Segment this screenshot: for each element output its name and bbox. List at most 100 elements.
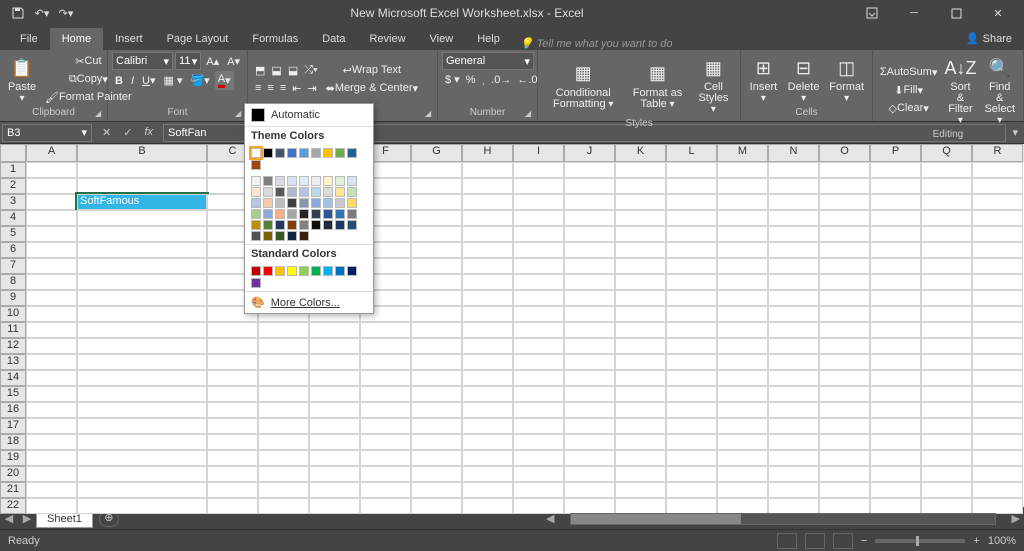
redo-icon[interactable]: ↷▾ [56, 3, 76, 23]
cell[interactable] [462, 370, 513, 386]
format-cells-button[interactable]: ◫Format ▾ [826, 52, 868, 106]
cell[interactable] [462, 210, 513, 226]
cell[interactable] [921, 354, 972, 370]
cell[interactable] [411, 386, 462, 402]
cell[interactable] [462, 434, 513, 450]
align-top-icon[interactable]: ⬒ [252, 62, 268, 79]
cell[interactable] [921, 274, 972, 290]
cell[interactable] [666, 466, 717, 482]
cell[interactable] [921, 370, 972, 386]
cell[interactable] [615, 162, 666, 178]
cell[interactable] [258, 466, 309, 482]
column-header[interactable]: I [513, 144, 564, 162]
cell[interactable] [309, 386, 360, 402]
cell[interactable] [462, 274, 513, 290]
color-swatch[interactable] [335, 198, 345, 208]
cell[interactable] [768, 434, 819, 450]
cell[interactable] [870, 178, 921, 194]
insert-cells-button[interactable]: ⊞Insert ▾ [745, 52, 781, 106]
cell[interactable] [819, 370, 870, 386]
fill-button[interactable]: ⬇ Fill ▾ [877, 82, 941, 99]
color-swatch[interactable] [287, 198, 297, 208]
column-header[interactable]: O [819, 144, 870, 162]
cell[interactable] [717, 210, 768, 226]
cell[interactable] [411, 482, 462, 498]
cell[interactable] [77, 418, 207, 434]
color-swatch[interactable] [323, 187, 333, 197]
cell[interactable] [768, 290, 819, 306]
cell[interactable] [921, 242, 972, 258]
cell[interactable] [513, 226, 564, 242]
cell[interactable] [921, 290, 972, 306]
cell[interactable] [615, 210, 666, 226]
cell[interactable] [717, 386, 768, 402]
cell[interactable] [411, 418, 462, 434]
save-icon[interactable] [8, 3, 28, 23]
row-header[interactable]: 8 [0, 274, 26, 290]
color-swatch[interactable] [347, 148, 357, 158]
cell[interactable] [513, 450, 564, 466]
increase-decimal-icon[interactable]: .0→ [488, 71, 514, 88]
cell[interactable] [462, 226, 513, 242]
color-swatch[interactable] [275, 266, 285, 276]
cell[interactable] [77, 338, 207, 354]
color-swatch[interactable] [335, 187, 345, 197]
cell[interactable] [513, 402, 564, 418]
cell[interactable] [207, 354, 258, 370]
comma-format-icon[interactable]: ˏ [478, 71, 488, 88]
color-swatch[interactable] [263, 266, 273, 276]
cell[interactable] [819, 386, 870, 402]
cell[interactable] [768, 354, 819, 370]
cell[interactable] [615, 178, 666, 194]
cell[interactable] [77, 466, 207, 482]
cell[interactable] [26, 162, 77, 178]
cell[interactable] [564, 338, 615, 354]
cell[interactable] [77, 162, 207, 178]
cell[interactable] [921, 194, 972, 210]
cell[interactable] [615, 402, 666, 418]
cell[interactable] [666, 242, 717, 258]
column-header[interactable]: R [972, 144, 1023, 162]
cell[interactable] [615, 370, 666, 386]
cell[interactable] [819, 306, 870, 322]
cell[interactable] [972, 226, 1023, 242]
cell[interactable] [870, 242, 921, 258]
cell[interactable] [360, 370, 411, 386]
color-swatch[interactable] [347, 187, 357, 197]
merge-center-button[interactable]: ⬌ Merge & Center ▾ [323, 80, 421, 97]
cell[interactable] [819, 290, 870, 306]
color-swatch[interactable] [263, 148, 273, 158]
color-swatch[interactable] [299, 266, 309, 276]
cell[interactable] [564, 178, 615, 194]
cell[interactable] [615, 306, 666, 322]
cell[interactable] [360, 338, 411, 354]
cell[interactable] [615, 354, 666, 370]
increase-font-icon[interactable]: A▴ [203, 52, 222, 70]
cell[interactable] [564, 306, 615, 322]
cell[interactable] [207, 418, 258, 434]
color-swatch[interactable] [311, 176, 321, 186]
cell[interactable] [768, 306, 819, 322]
cell[interactable] [972, 242, 1023, 258]
cell[interactable] [666, 178, 717, 194]
number-format-combo[interactable]: General▾ [442, 52, 534, 70]
cell[interactable] [258, 370, 309, 386]
cell[interactable] [77, 354, 207, 370]
cell[interactable] [717, 290, 768, 306]
cell[interactable] [870, 402, 921, 418]
cell[interactable] [207, 482, 258, 498]
color-swatch[interactable] [263, 187, 273, 197]
cell[interactable] [717, 482, 768, 498]
cell[interactable] [207, 402, 258, 418]
row-header[interactable]: 4 [0, 210, 26, 226]
color-swatch[interactable] [287, 187, 297, 197]
cell[interactable] [768, 450, 819, 466]
cell[interactable] [513, 194, 564, 210]
column-header[interactable]: Q [921, 144, 972, 162]
more-colors[interactable]: 🎨 More Colors... [245, 291, 373, 313]
cell[interactable] [411, 402, 462, 418]
cell[interactable] [258, 322, 309, 338]
cell[interactable] [411, 338, 462, 354]
cell[interactable] [564, 194, 615, 210]
tab-page-layout[interactable]: Page Layout [155, 28, 241, 50]
